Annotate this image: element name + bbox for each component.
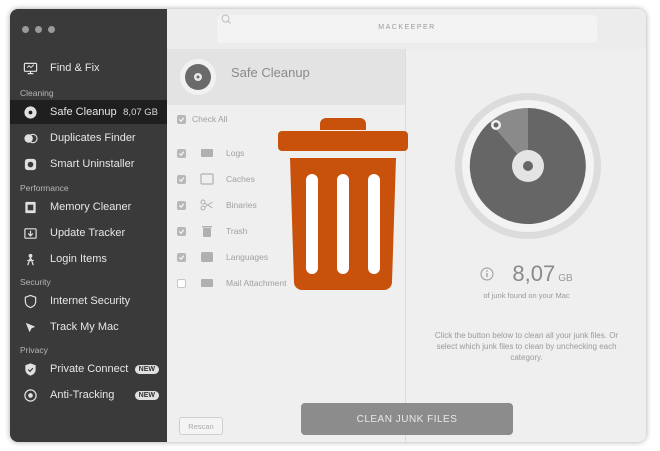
sidebar-item-update-tracker[interactable]: Update Tracker — [10, 221, 167, 245]
list-item-label: Logs — [226, 148, 245, 158]
languages-checkbox[interactable] — [177, 252, 186, 262]
sidebar-item-label: Track My Mac — [50, 321, 119, 333]
sidebar-item-label: Duplicates Finder — [50, 132, 136, 144]
list-header: Safe Cleanup — [167, 49, 405, 105]
sidebar: Find & Fix Cleaning Safe Cleanup 8,07 GB… — [10, 9, 167, 442]
trash-icon — [278, 118, 408, 290]
minimize-window-button[interactable] — [35, 26, 42, 33]
size-badge: 8,07 GB — [123, 106, 158, 118]
sidebar-item-label: Smart Uninstaller — [50, 158, 135, 170]
title-box: MACKEEPER — [217, 15, 597, 43]
cleanup-description: Click the button below to clean all your… — [434, 331, 619, 362]
memory-icon — [22, 199, 38, 215]
logs-checkbox[interactable] — [177, 148, 186, 158]
title-bar: MACKEEPER — [167, 9, 646, 50]
languages-icon — [200, 250, 214, 264]
app-title: MACKEEPER — [378, 24, 436, 31]
sidebar-item-label: Anti-Tracking — [50, 389, 115, 401]
sidebar-item-label: Find & Fix — [50, 62, 100, 74]
section-heading-cleaning: Cleaning — [20, 88, 54, 98]
junk-disk-graphic — [455, 93, 601, 239]
sidebar-item-label: Memory Cleaner — [50, 201, 132, 213]
junk-found-text: of junk found on your Mac — [483, 291, 570, 300]
update-icon — [22, 225, 38, 241]
list-item-label: Trash — [226, 226, 248, 236]
sidebar-item-anti-tracking[interactable]: Anti-Tracking NEW — [10, 383, 167, 407]
location-icon — [22, 319, 38, 335]
disk-icon — [22, 104, 38, 120]
sidebar-item-label: Safe Cleanup — [50, 106, 117, 118]
sidebar-item-find-fix[interactable]: Find & Fix — [10, 56, 167, 80]
caches-checkbox[interactable] — [177, 174, 186, 184]
junk-size-readout: 8,07 GB — [406, 261, 646, 287]
list-header-title: Safe Cleanup — [231, 65, 310, 80]
sidebar-item-internet-security[interactable]: Internet Security — [10, 289, 167, 313]
section-heading-privacy: Privacy — [20, 345, 48, 355]
section-heading-performance: Performance — [20, 183, 69, 193]
login-icon — [22, 251, 38, 267]
section-heading-security: Security — [20, 277, 51, 287]
mail-attachments-checkbox[interactable] — [177, 278, 186, 288]
sidebar-item-login-items[interactable]: Login Items — [10, 247, 167, 271]
sidebar-item-private-connect[interactable]: Private Connect NEW — [10, 357, 167, 381]
sidebar-item-label: Private Connect — [50, 363, 129, 375]
list-item-label: Binaries — [226, 200, 257, 210]
junk-size-value: 8,07 — [512, 261, 556, 286]
sidebar-item-safe-cleanup[interactable]: Safe Cleanup 8,07 GB — [10, 100, 167, 124]
sidebar-item-label: Internet Security — [50, 295, 131, 307]
clean-junk-files-button[interactable]: CLEAN JUNK FILES — [301, 403, 513, 435]
logs-icon — [200, 146, 214, 160]
check-all-checkbox[interactable] — [177, 114, 186, 124]
new-badge: NEW — [134, 364, 159, 374]
safe-cleanup-disk-icon — [180, 59, 216, 95]
junk-size-unit: GB — [558, 273, 573, 284]
sidebar-item-track-my-mac[interactable]: Track My Mac — [10, 315, 167, 339]
duplicates-icon — [22, 130, 38, 146]
monitor-icon — [22, 60, 38, 76]
sidebar-item-memory-cleaner[interactable]: Memory Cleaner — [10, 195, 167, 219]
small-trash-icon — [200, 224, 214, 238]
summary-panel: 8,07 GB of junk found on your Mac Click … — [405, 49, 646, 442]
check-all-label: Check All — [192, 114, 228, 124]
list-item-label: Languages — [226, 252, 269, 262]
anti-tracking-icon — [22, 387, 38, 403]
close-window-button[interactable] — [22, 26, 29, 33]
info-icon[interactable] — [480, 267, 494, 281]
trash-checkbox[interactable] — [177, 226, 186, 236]
vpn-shield-icon — [22, 361, 38, 377]
search-icon[interactable] — [221, 14, 231, 24]
sidebar-item-label: Login Items — [50, 253, 107, 265]
sidebar-item-duplicates-finder[interactable]: Duplicates Finder — [10, 126, 167, 150]
binaries-checkbox[interactable] — [177, 200, 186, 210]
rescan-button[interactable]: Rescan — [179, 417, 223, 435]
caches-icon — [200, 172, 214, 186]
new-badge: NEW — [134, 390, 159, 400]
shield-icon — [22, 293, 38, 309]
sidebar-item-smart-uninstaller[interactable]: Smart Uninstaller — [10, 152, 167, 176]
list-item-label: Caches — [226, 174, 255, 184]
uninstaller-icon — [22, 156, 38, 172]
zoom-window-button[interactable] — [48, 26, 55, 33]
mail-icon — [200, 276, 214, 290]
window-controls — [22, 26, 55, 33]
scissors-icon — [200, 198, 214, 212]
sidebar-item-label: Update Tracker — [50, 227, 126, 239]
